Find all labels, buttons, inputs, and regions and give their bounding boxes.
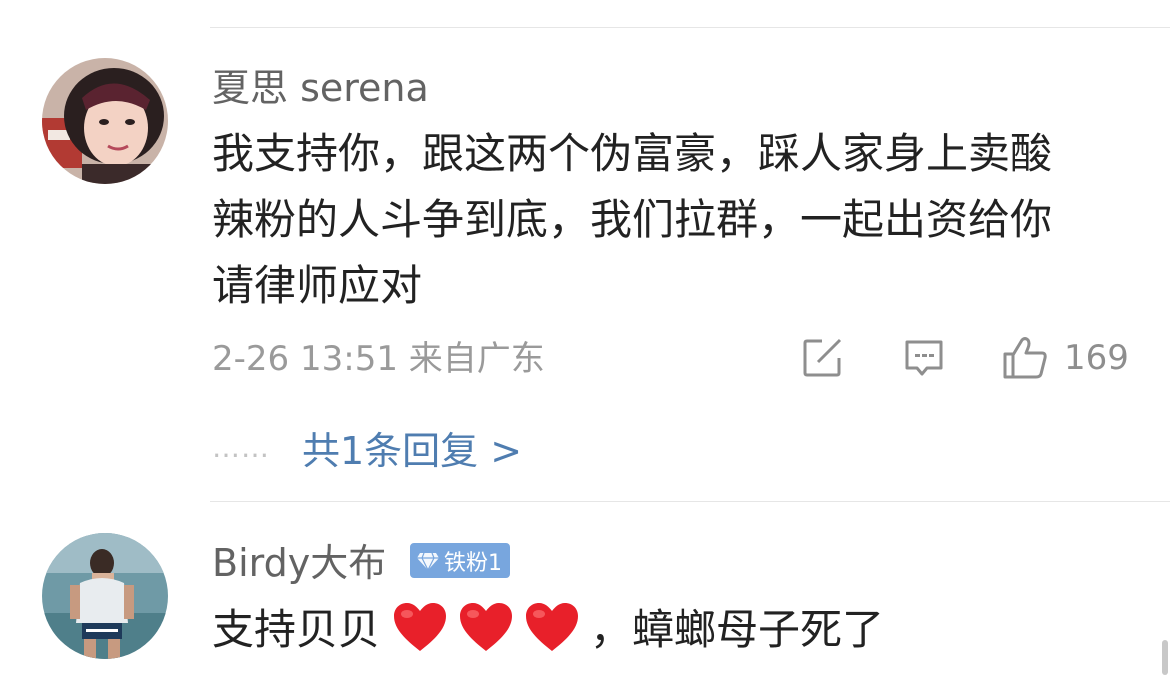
share-square-icon [803,338,842,377]
comment-text-end: ，蟑螂母子死了 [590,605,885,654]
red-heart-icon [460,602,513,651]
scrollbar[interactable] [1162,640,1168,675]
comment-bubble-icon [905,340,943,376]
replies-dots: …… [212,431,270,464]
comment-text-start: 支持贝贝 [212,605,381,654]
thumbs-up-icon [1003,337,1047,379]
top-divider [210,27,1170,28]
avatar-image [42,58,168,184]
replies-row: …… 共1条回复 > [212,420,522,475]
comment-text-line-1: 支持贝贝 ，蟑螂母子死了 [212,596,884,657]
comment-list: 夏思 serena 我支持你，跟这两个伪富豪，踩人家身上卖酸 辣粉的人斗争到底，… [0,0,1170,675]
like-count: 169 [1064,338,1129,378]
comment-divider [210,501,1170,502]
comment-text-line-2: 辣粉的人斗争到底，我们拉群，一起出资给你 [212,195,1053,244]
like-button[interactable]: 169 [1002,336,1129,380]
comment-text-line-3: 请律师应对 [212,261,423,310]
username[interactable]: 夏思 serena [212,66,429,110]
diamond-icon [417,552,439,571]
comment-text-line-1: 我支持你，跟这两个伪富豪，踩人家身上卖酸 [212,129,1053,178]
fan-badge-label: 铁粉1 [444,550,502,576]
red-heart-icon [394,602,447,651]
comment-timestamp-location: 2-26 13:51 来自广东 [212,339,545,379]
username[interactable]: Birdy大布 [212,541,386,585]
view-replies-link[interactable]: 共1条回复 > [302,420,522,475]
avatar-birdy[interactable] [42,533,168,659]
avatar-image [42,533,168,659]
fan-badge[interactable]: 铁粉1 [410,543,510,578]
red-heart-icon [526,602,579,651]
comment-button[interactable] [903,338,945,378]
share-button[interactable] [802,338,844,378]
avatar-serena[interactable] [42,58,168,184]
